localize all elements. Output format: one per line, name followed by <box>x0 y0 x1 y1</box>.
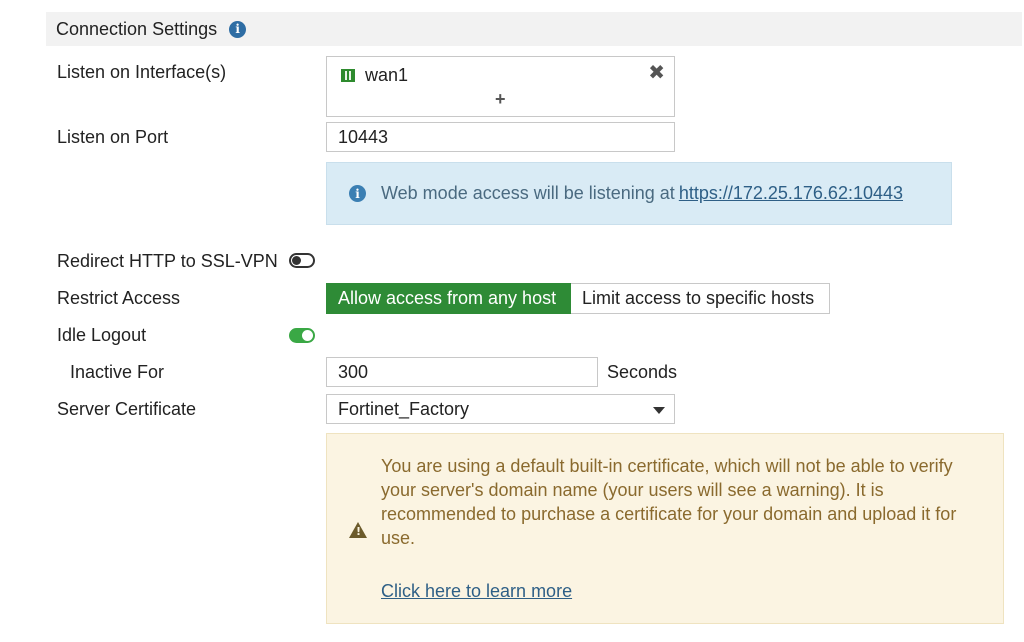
idle-logout-toggle[interactable] <box>289 328 315 343</box>
add-icon[interactable]: + <box>495 90 506 108</box>
restrict-access-label: Restrict Access <box>57 288 181 308</box>
redirect-http-toggle[interactable] <box>289 253 315 268</box>
idle-logout-label: Idle Logout <box>57 325 147 345</box>
web-mode-info-text: Web mode access will be listening at <box>381 183 675 203</box>
restrict-access-segmented: Allow access from any host Limit access … <box>326 283 830 314</box>
toggle-knob <box>292 256 301 265</box>
listen-port-label: Listen on Port <box>57 127 169 147</box>
caret-down-icon <box>653 407 665 414</box>
info-icon: i <box>349 185 366 202</box>
redirect-http-label: Redirect HTTP to SSL-VPN <box>57 251 278 271</box>
info-icon[interactable]: i <box>229 20 247 38</box>
learn-more-link[interactable]: Click here to learn more <box>381 581 572 602</box>
inactive-for-input[interactable]: 300 <box>326 357 598 387</box>
inactive-for-label: Inactive For <box>70 362 165 382</box>
listen-interfaces-select[interactable]: wan1 ✖ + <box>326 56 675 117</box>
limit-specific-hosts-option[interactable]: Limit access to specific hosts <box>571 283 830 314</box>
server-certificate-select[interactable]: Fortinet_Factory <box>326 394 675 424</box>
section-title: Connection Settings <box>56 18 218 39</box>
certificate-warning-text: You are using a default built-in certifi… <box>381 456 957 548</box>
toggle-knob <box>302 330 313 341</box>
interface-name: wan1 <box>365 65 409 85</box>
web-mode-url-link[interactable]: https://172.25.176.62:10443 <box>679 183 903 204</box>
interface-chip: wan1 <box>341 65 408 86</box>
ssl-vpn-settings-page: Connection Settings i Listen on Interfac… <box>0 0 1024 642</box>
network-port-icon <box>341 69 355 82</box>
connection-settings-header: Connection Settings i <box>46 12 1022 46</box>
seconds-unit-label: Seconds <box>607 362 678 382</box>
listen-interfaces-label: Listen on Interface(s) <box>57 62 227 82</box>
web-mode-info-banner: i Web mode access will be listening at h… <box>326 162 952 225</box>
allow-any-host-option[interactable]: Allow access from any host <box>326 283 571 314</box>
certificate-warning-banner: You are using a default built-in certifi… <box>326 433 1004 624</box>
listen-port-input[interactable]: 10443 <box>326 122 675 152</box>
selected-certificate: Fortinet_Factory <box>338 398 470 419</box>
server-certificate-label: Server Certificate <box>57 399 197 419</box>
remove-icon[interactable]: ✖ <box>648 63 665 83</box>
warning-icon <box>349 522 367 538</box>
